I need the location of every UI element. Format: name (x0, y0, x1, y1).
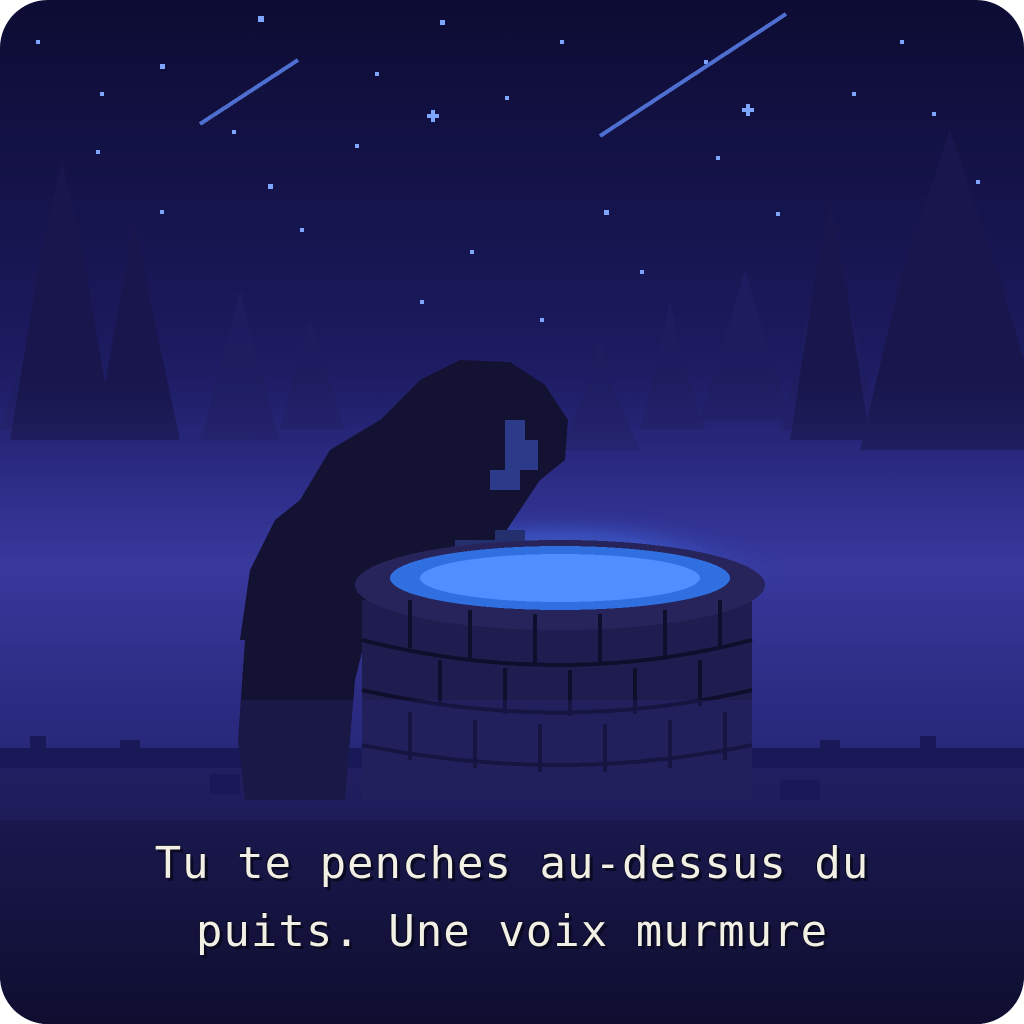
shooting-stars (198, 12, 788, 138)
game-viewport: Tu te penches au-dessus du puits. Une vo… (0, 0, 1024, 1024)
ground-fog (0, 700, 1024, 820)
dialogue-line-2: puits. Une voix murmure (195, 906, 829, 957)
dialogue-line-1: Tu te penches au-dessus du (154, 838, 870, 889)
